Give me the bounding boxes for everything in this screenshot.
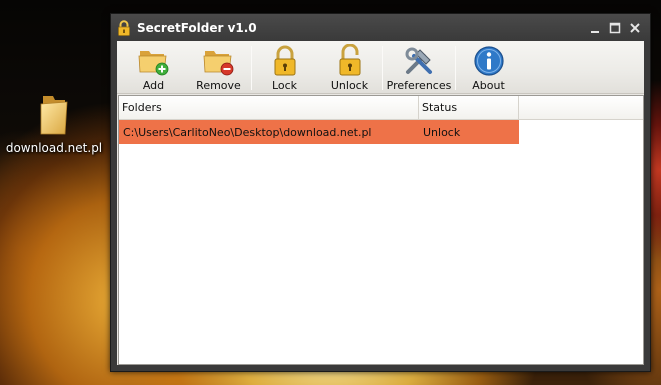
unlock-label: Unlock	[330, 79, 369, 92]
secretfolder-window: SecretFolder v1.0 Add Remove Lock Unlock…	[110, 13, 651, 372]
maximize-icon	[609, 22, 621, 33]
desktop-folder-shortcut[interactable]: download.net.pl	[4, 92, 104, 155]
table-row[interactable]: C:\Users\CarlitoNeo\Desktop\download.net…	[119, 120, 519, 144]
column-header-folders[interactable]: Folders	[119, 96, 419, 119]
about-label: About	[472, 79, 505, 92]
remove-label: Remove	[196, 79, 241, 92]
lock-icon	[268, 44, 302, 78]
preferences-label: Preferences	[386, 79, 452, 92]
maximize-button[interactable]	[606, 19, 624, 37]
list-header: Folders Status	[119, 96, 643, 120]
lock-label: Lock	[271, 79, 298, 92]
folder-remove-icon	[202, 44, 236, 78]
status-cell: Unlock	[423, 125, 461, 139]
folder-add-icon	[137, 44, 171, 78]
lock-button[interactable]: Lock	[252, 41, 317, 94]
window-client-area: Add Remove Lock Unlock Preferences About…	[117, 41, 644, 365]
remove-button[interactable]: Remove	[186, 41, 251, 94]
title-bar[interactable]: SecretFolder v1.0	[111, 14, 650, 41]
toolbar: Add Remove Lock Unlock Preferences About	[117, 41, 644, 94]
add-label: Add	[142, 79, 165, 92]
unlock-button[interactable]: Unlock	[317, 41, 382, 94]
unlock-icon	[333, 44, 367, 78]
tools-icon	[402, 44, 436, 78]
close-button[interactable]	[626, 19, 644, 37]
minimize-icon	[591, 30, 599, 33]
folder-icon	[39, 92, 69, 136]
column-header-status[interactable]: Status	[419, 96, 519, 119]
folder-path-cell: C:\Users\CarlitoNeo\Desktop\download.net…	[123, 125, 372, 139]
window-controls	[584, 14, 650, 41]
window-title: SecretFolder v1.0	[137, 20, 257, 35]
close-icon	[630, 22, 640, 33]
padlock-icon	[117, 19, 131, 36]
desktop-folder-label: download.net.pl	[5, 141, 103, 155]
folder-list[interactable]: Folders Status C:\Users\CarlitoNeo\Deskt…	[118, 95, 644, 365]
preferences-button[interactable]: Preferences	[383, 41, 455, 94]
info-icon	[472, 44, 506, 78]
minimize-button[interactable]	[586, 19, 604, 37]
about-button[interactable]: About	[456, 41, 521, 94]
add-button[interactable]: Add	[121, 41, 186, 94]
